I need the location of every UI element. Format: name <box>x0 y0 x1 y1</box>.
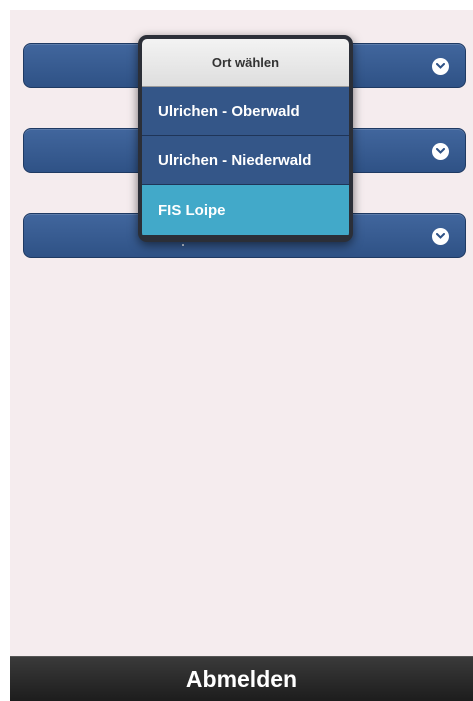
chevron-down-icon <box>432 142 449 160</box>
picker-option-niederwald[interactable]: Ulrichen - Niederwald <box>142 136 349 185</box>
chevron-down-icon <box>432 227 449 245</box>
picker-title: Ort wählen <box>142 39 349 87</box>
picker-option-oberwald[interactable]: Ulrichen - Oberwald <box>142 87 349 136</box>
picker-option-fis-loipe[interactable]: FIS Loipe <box>142 185 349 235</box>
logout-button[interactable]: Abmelden <box>10 656 473 701</box>
select-value-marker <box>182 244 184 246</box>
location-picker-popup: Ort wählen Ulrichen - Oberwald Ulrichen … <box>138 35 353 242</box>
picker-list: Ort wählen Ulrichen - Oberwald Ulrichen … <box>142 39 349 238</box>
chevron-down-icon <box>432 57 449 75</box>
